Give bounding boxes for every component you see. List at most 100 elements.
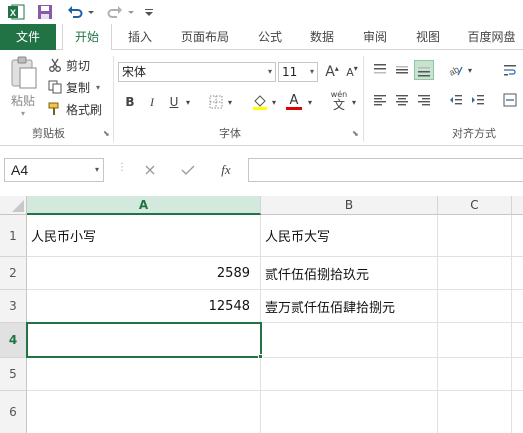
cell-c5[interactable] xyxy=(438,358,512,391)
name-box[interactable]: A4 ▾ xyxy=(4,158,104,182)
row-header-4[interactable]: 4 xyxy=(0,323,27,358)
cancel-entry-button[interactable] xyxy=(138,160,162,180)
align-center-button[interactable] xyxy=(392,90,412,110)
shrink-font-button[interactable]: A ▾ xyxy=(342,62,362,82)
borders-dropdown-icon[interactable]: ▾ xyxy=(224,92,236,112)
insert-function-button[interactable]: fx xyxy=(214,160,238,180)
undo-icon[interactable] xyxy=(64,3,86,21)
row-header-1[interactable]: 1 xyxy=(0,215,27,257)
increase-indent-button[interactable] xyxy=(468,90,488,110)
column-header-c[interactable]: C xyxy=(438,196,512,215)
cut-button[interactable]: 剪切 xyxy=(48,56,90,74)
active-cell-a4[interactable] xyxy=(26,322,262,358)
tab-review[interactable]: 审阅 xyxy=(353,24,397,50)
cell-a6[interactable] xyxy=(27,391,261,433)
fill-color-dropdown-icon[interactable]: ▾ xyxy=(268,92,280,112)
redo-icon[interactable] xyxy=(104,3,126,21)
decrease-indent-button[interactable] xyxy=(446,90,466,110)
cell-c4[interactable] xyxy=(438,323,512,358)
cell-d1[interactable] xyxy=(512,215,523,257)
undo-dropdown-icon[interactable] xyxy=(86,3,96,21)
select-all-button[interactable] xyxy=(0,196,27,215)
confirm-entry-button[interactable] xyxy=(176,160,200,180)
tab-home[interactable]: 开始 xyxy=(62,24,112,51)
cell-b1[interactable]: 人民币大写 xyxy=(261,215,438,257)
grow-font-button[interactable]: A ▴ xyxy=(322,62,342,82)
row-header-2[interactable]: 2 xyxy=(0,257,27,290)
row-header-6[interactable]: 6 xyxy=(0,391,27,433)
cell-d4[interactable] xyxy=(512,323,523,358)
quick-access-toolbar: X xyxy=(0,0,523,24)
bold-button[interactable]: B xyxy=(120,92,140,112)
font-size-dropdown-icon[interactable]: ▾ xyxy=(310,63,314,81)
cell-c3[interactable] xyxy=(438,290,512,323)
paste-button[interactable]: 粘贴 ▾ xyxy=(4,56,42,118)
tab-insert[interactable]: 插入 xyxy=(118,24,162,50)
column-header-b[interactable]: B xyxy=(261,196,438,215)
merge-center-button[interactable] xyxy=(500,90,520,110)
wrap-text-button[interactable] xyxy=(500,60,520,80)
cell-a1[interactable]: 人民币小写 xyxy=(27,215,261,257)
font-name-box[interactable]: 宋体 ▾ xyxy=(118,62,276,82)
cell-b5[interactable] xyxy=(261,358,438,391)
column-header-a[interactable]: A xyxy=(27,196,261,215)
align-bottom-button[interactable] xyxy=(414,60,434,80)
copy-dropdown-icon[interactable]: ▾ xyxy=(96,83,100,92)
save-icon[interactable] xyxy=(34,3,56,21)
cell-a2[interactable]: 2589 xyxy=(27,257,261,290)
phonetic-button[interactable]: wén 文 xyxy=(328,88,350,114)
redo-dropdown-icon[interactable] xyxy=(126,3,136,21)
column-header-next[interactable] xyxy=(512,196,523,215)
align-right-button[interactable] xyxy=(414,90,434,110)
cell-c2[interactable] xyxy=(438,257,512,290)
align-top-button[interactable] xyxy=(370,60,390,80)
font-size-box[interactable]: 11 ▾ xyxy=(278,62,318,82)
italic-button[interactable]: I xyxy=(142,92,162,112)
phonetic-dropdown-icon[interactable]: ▾ xyxy=(348,92,360,112)
borders-button[interactable] xyxy=(206,92,226,112)
orientation-dropdown-icon[interactable]: ▾ xyxy=(464,60,476,80)
cell-b2[interactable]: 贰仟伍佰捌拾玖元 xyxy=(261,257,438,290)
font-name-dropdown-icon[interactable]: ▾ xyxy=(268,63,272,81)
formula-input[interactable] xyxy=(248,158,523,182)
cell-b6[interactable] xyxy=(261,391,438,433)
cell-c6[interactable] xyxy=(438,391,512,433)
font-launcher-icon[interactable]: ⬊ xyxy=(352,129,359,138)
underline-dropdown-icon[interactable]: ▾ xyxy=(182,92,194,112)
worksheet-grid[interactable]: A B C 1 2 3 4 5 6 人民币小写 人民币大写 2589 贰仟伍佰捌… xyxy=(0,196,523,433)
tab-page-layout[interactable]: 页面布局 xyxy=(170,24,240,50)
cell-d6[interactable] xyxy=(512,391,523,433)
font-color-button[interactable]: A xyxy=(284,92,304,112)
row-header-5[interactable]: 5 xyxy=(0,358,27,391)
cell-c1[interactable] xyxy=(438,215,512,257)
fill-handle[interactable] xyxy=(258,354,263,359)
align-left-button[interactable] xyxy=(370,90,390,110)
clipboard-launcher-icon[interactable]: ⬊ xyxy=(103,129,110,138)
copy-button[interactable]: 复制 ▾ xyxy=(48,78,100,96)
cell-d5[interactable] xyxy=(512,358,523,391)
format-painter-button[interactable]: 格式刷 xyxy=(48,100,102,118)
orientation-button[interactable]: ab xyxy=(446,60,466,80)
fill-color-button[interactable] xyxy=(250,92,270,112)
tab-formulas[interactable]: 公式 xyxy=(248,24,292,50)
underline-button[interactable]: U xyxy=(164,92,184,112)
name-box-dropdown-icon[interactable]: ▾ xyxy=(95,159,99,181)
tab-baidu-netdisk[interactable]: 百度网盘 xyxy=(460,24,523,50)
row-header-3[interactable]: 3 xyxy=(0,290,27,323)
font-color-dropdown-icon[interactable]: ▾ xyxy=(304,92,316,112)
tab-file[interactable]: 文件 xyxy=(0,24,56,50)
paste-dropdown-icon: ▾ xyxy=(20,109,25,118)
cell-b4[interactable] xyxy=(261,323,438,358)
tab-view[interactable]: 视图 xyxy=(406,24,450,50)
cell-d2[interactable] xyxy=(512,257,523,290)
format-painter-label: 格式刷 xyxy=(66,102,103,117)
align-middle-button[interactable] xyxy=(392,60,412,80)
scissors-icon xyxy=(49,58,61,72)
customize-icon[interactable] xyxy=(142,3,156,21)
align-left-icon xyxy=(374,95,386,106)
tab-data[interactable]: 数据 xyxy=(300,24,344,50)
cell-a5[interactable] xyxy=(27,358,261,391)
cell-a3[interactable]: 12548 xyxy=(27,290,261,323)
cell-d3[interactable] xyxy=(512,290,523,323)
cell-b3[interactable]: 壹万贰仟伍佰肆拾捌元 xyxy=(261,290,438,323)
